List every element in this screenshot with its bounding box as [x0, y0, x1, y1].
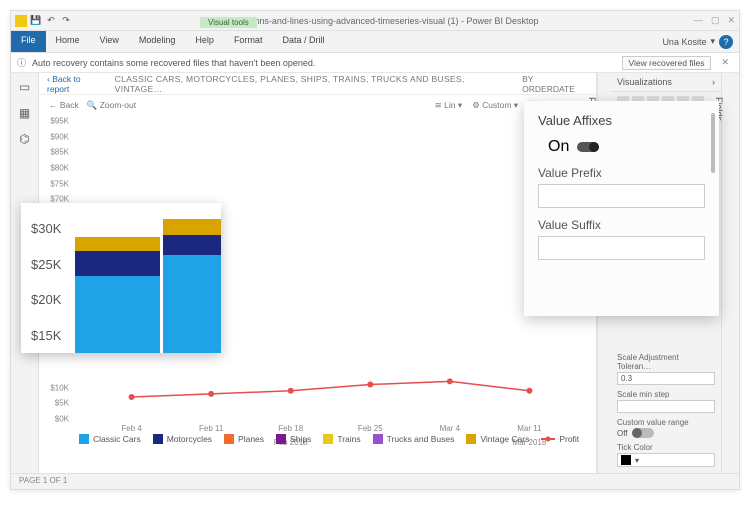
display-mode-dropdown[interactable]: ≋ Lin ▾ [435, 100, 462, 111]
scale-tol-input[interactable]: 0.3 [617, 372, 715, 385]
tab-modeling[interactable]: Modeling [129, 31, 186, 52]
data-view-icon[interactable]: ▦ [17, 105, 33, 121]
legend-item[interactable]: Classic Cars [79, 423, 141, 455]
window-title: columns-and-lines-using-advanced-timeser… [235, 16, 538, 26]
tick-color-input[interactable]: ▾ [617, 453, 715, 467]
maximize-button[interactable]: ▢ [711, 15, 720, 26]
tab-home[interactable]: Home [46, 31, 90, 52]
scale-tol-label: Scale Adjustment Toleran… [617, 353, 715, 371]
nav-back-button[interactable]: ← Back [49, 100, 79, 110]
legend-swatch [79, 434, 89, 444]
value-affixes-toggle[interactable] [577, 142, 599, 152]
tab-data-drill[interactable]: Data / Drill [272, 31, 334, 52]
y-tick-label: $10K [50, 383, 69, 392]
user-name[interactable]: Una Kosite [662, 37, 706, 47]
view-recovered-button[interactable]: View recovered files [622, 56, 712, 70]
minimize-button[interactable]: — [694, 15, 703, 26]
legend-swatch [373, 434, 383, 444]
legend-swatch [323, 434, 333, 444]
filter-summary: CLASSIC CARS, MOTORCYCLES, PLANES, SHIPS… [115, 74, 512, 94]
filter-by: BY ORDERDATE [522, 74, 588, 94]
legend-swatch [466, 434, 476, 444]
custom-range-label: Custom value range [617, 418, 715, 427]
app-window: 💾 ↶ ↷ Visual tools columns-and-lines-usi… [10, 10, 740, 490]
fields-pane-collapsed[interactable]: Fields [721, 73, 739, 473]
legend-swatch [224, 434, 234, 444]
chevron-right-icon[interactable]: › [712, 77, 715, 87]
y-tick-label: $5K [55, 399, 69, 408]
info-text: Auto recovery contains some recovered fi… [32, 58, 315, 68]
legend-item[interactable]: Profit [541, 423, 579, 455]
y-tick-label: $75K [50, 179, 69, 188]
value-affixes-popover: Value Affixes On Value Prefix Value Suff… [524, 101, 719, 316]
legend-swatch [276, 434, 286, 444]
legend-item[interactable]: Vintage Cars [466, 423, 529, 455]
toggle-label: On [548, 138, 569, 156]
custom-dropdown[interactable]: ⚙ Custom ▾ [472, 100, 518, 111]
zoom-overlay: $30K $25K $20K $15K [21, 203, 221, 353]
legend-swatch [541, 434, 555, 444]
tab-file[interactable]: File [11, 31, 46, 52]
tick-color-label: Tick Color [617, 443, 715, 452]
value-suffix-label: Value Suffix [538, 218, 705, 232]
y-tick-label: $85K [50, 148, 69, 157]
titlebar: 💾 ↶ ↷ Visual tools columns-and-lines-usi… [11, 11, 739, 31]
popover-title: Value Affixes [538, 113, 705, 128]
zoom-out-button[interactable]: 🔍 Zoom-out [87, 100, 136, 111]
value-suffix-input[interactable] [538, 236, 705, 260]
legend-item[interactable]: Ships [276, 423, 311, 455]
chevron-down-icon[interactable]: ▾ [710, 36, 715, 47]
legend-item[interactable]: Trains [323, 423, 360, 455]
legend-item[interactable]: Motorcycles [153, 423, 212, 455]
value-prefix-input[interactable] [538, 184, 705, 208]
y-tick-label: $0K [55, 415, 69, 424]
contextual-tab-label: Visual tools [200, 17, 257, 28]
legend-label: Motorcycles [167, 434, 212, 444]
back-to-report-link[interactable]: ‹ Back to report [47, 74, 105, 94]
close-button[interactable]: ✕ [727, 15, 735, 26]
app-icon [15, 15, 27, 27]
legend: Classic Cars Motorcycles Planes Ships Trains… [79, 423, 586, 455]
tab-help[interactable]: Help [185, 31, 224, 52]
custom-range-toggle[interactable] [632, 428, 654, 438]
scale-min-input[interactable] [617, 400, 715, 413]
info-icon: ⓘ [17, 56, 26, 69]
y-tick-label: $80K [50, 164, 69, 173]
legend-label: Classic Cars [93, 434, 141, 444]
scrollbar-thumb[interactable] [711, 113, 715, 173]
report-view-icon[interactable]: ▭ [17, 79, 33, 95]
redo-icon[interactable]: ↷ [60, 15, 72, 27]
tab-view[interactable]: View [90, 31, 129, 52]
legend-item[interactable]: Planes [224, 423, 264, 455]
legend-label: Vintage Cars [480, 434, 529, 444]
value-prefix-label: Value Prefix [538, 166, 705, 180]
undo-icon[interactable]: ↶ [45, 15, 57, 27]
ribbon-tabs: File Home View Modeling Help Format Data… [11, 31, 739, 53]
tab-format[interactable]: Format [224, 31, 273, 52]
save-icon[interactable]: 💾 [30, 15, 42, 27]
legend-swatch [153, 434, 163, 444]
page-status: PAGE 1 OF 1 [11, 473, 739, 489]
legend-label: Profit [559, 434, 579, 444]
info-close-icon[interactable]: ✕ [717, 57, 733, 68]
legend-item[interactable]: Trucks and Buses [373, 423, 455, 455]
legend-label: Trucks and Buses [387, 434, 455, 444]
y-tick-label: $90K [50, 132, 69, 141]
help-icon[interactable]: ? [719, 35, 733, 49]
legend-label: Trains [337, 434, 360, 444]
legend-label: Planes [238, 434, 264, 444]
y-tick-label: $95K [50, 117, 69, 126]
scale-min-label: Scale min step [617, 390, 715, 399]
viz-pane-title: Visualizations [617, 77, 672, 87]
legend-label: Ships [290, 434, 311, 444]
info-bar: ⓘ Auto recovery contains some recovered … [11, 53, 739, 73]
model-view-icon[interactable]: ⌬ [17, 131, 33, 147]
